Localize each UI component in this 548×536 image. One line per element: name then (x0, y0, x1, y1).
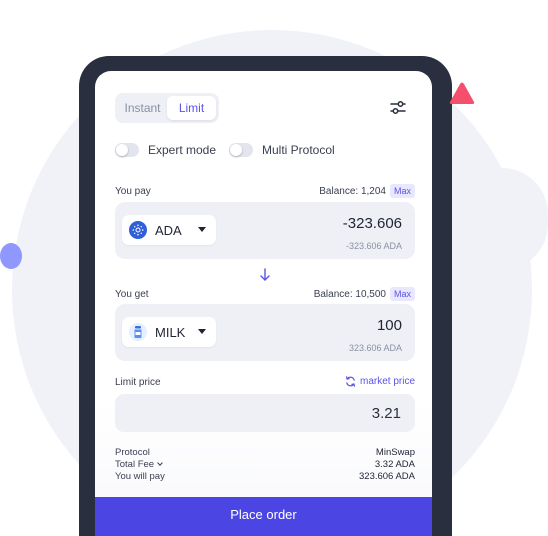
multi-protocol-toggle[interactable] (229, 143, 253, 157)
background-blob (456, 168, 548, 270)
tab-instant[interactable]: Instant (118, 96, 167, 120)
summary-row-fee: Total Fee 3.32 ADA (115, 459, 415, 471)
fee-value: 3.32 ADA (374, 459, 415, 470)
get-balance-text: Balance: 10,500 (313, 288, 386, 300)
get-sub-amount: 323.606 ADA (348, 343, 402, 353)
summary-row-protocol: Protocol MinSwap (115, 447, 415, 459)
expert-mode-row: Expert mode (115, 143, 216, 157)
protocol-value: MinSwap (375, 447, 415, 458)
pay-max-button[interactable]: Max (389, 184, 415, 198)
multi-protocol-row: Multi Protocol (229, 143, 335, 157)
sliders-icon[interactable] (389, 99, 407, 117)
pay-token-select[interactable]: ADA (122, 215, 216, 245)
multi-protocol-label: Multi Protocol (262, 143, 335, 157)
pay-balance: Balance: 1,204 Max (319, 184, 415, 198)
chevron-down-icon (198, 329, 206, 334)
order-summary: Protocol MinSwap Total Fee 3.32 ADA You … (115, 447, 415, 483)
pay-token-name: ADA (155, 222, 182, 238)
get-input-box[interactable]: MILK 100 323.606 ADA (115, 304, 415, 361)
get-balance: Balance: 10,500 Max (314, 287, 415, 301)
fee-label: Total Fee (115, 459, 155, 470)
pay-amount[interactable]: -323.606 (343, 215, 402, 232)
limit-price-value: 3.21 (371, 405, 401, 422)
swap-card: Instant Limit Expert mode Multi Protocol… (95, 71, 432, 536)
you-pay-label: You pay (115, 186, 151, 197)
you-get-label: You get (115, 289, 149, 300)
market-price-link[interactable]: market price (345, 376, 415, 387)
pay-sub-amount: -323.606 ADA (345, 241, 402, 251)
milk-token-icon (129, 323, 147, 341)
decor-blue-dot (0, 243, 22, 269)
chevron-down-icon[interactable] (157, 460, 163, 466)
tab-limit[interactable]: Limit (167, 96, 216, 120)
pay-input-box[interactable]: ADA -323.606 -323.606 ADA (115, 202, 415, 259)
limit-price-input[interactable]: 3.21 (115, 394, 415, 432)
fee-label-wrap[interactable]: Total Fee (115, 459, 163, 471)
get-token-select[interactable]: MILK (122, 317, 216, 347)
limit-price-label: Limit price (115, 377, 161, 388)
protocol-label: Protocol (115, 447, 150, 458)
order-type-tabs: Instant Limit (115, 93, 219, 123)
decor-pink-triangle (449, 82, 475, 104)
will-pay-value: 323.606 ADA (359, 471, 415, 482)
pay-balance-text: Balance: 1,204 (319, 185, 386, 197)
chevron-down-icon (198, 227, 206, 232)
place-order-button[interactable]: Place order (95, 497, 432, 536)
get-token-name: MILK (155, 324, 186, 340)
get-max-button[interactable]: Max (389, 287, 415, 301)
will-pay-label: You will pay (115, 471, 165, 482)
ada-token-icon (129, 221, 147, 239)
summary-row-will-pay: You will pay 323.606 ADA (115, 471, 415, 483)
market-price-text: market price (359, 376, 415, 387)
refresh-icon (345, 376, 355, 387)
expert-mode-label: Expert mode (148, 143, 217, 157)
arrow-down-icon[interactable] (259, 268, 271, 282)
expert-mode-toggle[interactable] (115, 143, 139, 157)
get-amount[interactable]: 100 (377, 317, 402, 334)
